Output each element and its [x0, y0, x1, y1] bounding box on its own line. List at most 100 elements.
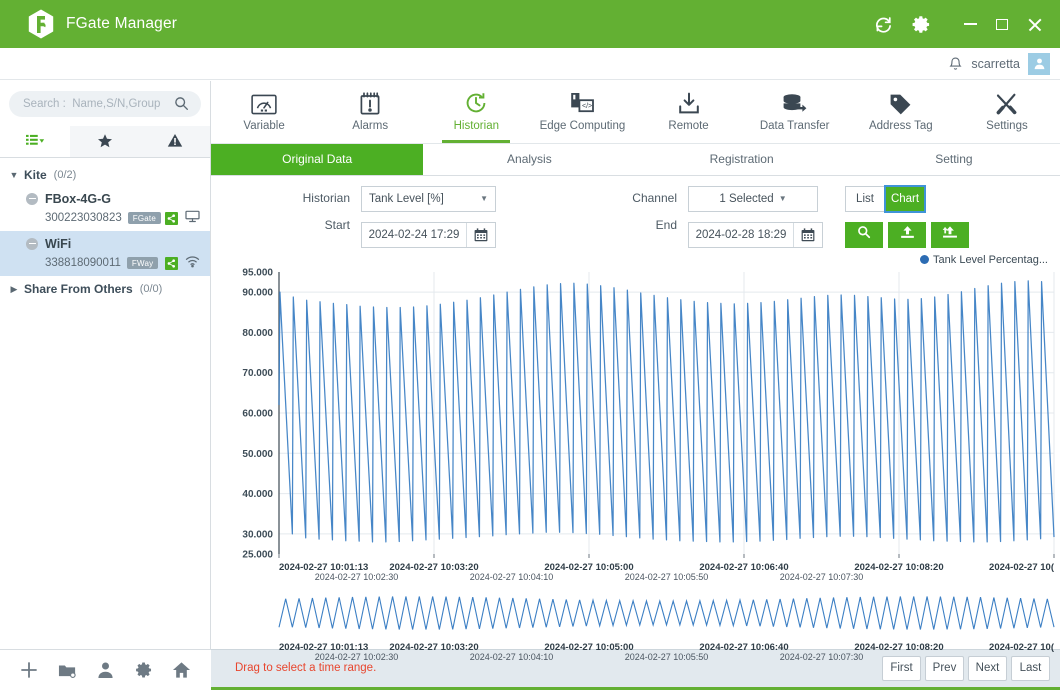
export-all-button[interactable]	[931, 221, 969, 248]
svg-text:2024-02-27 10:05:50: 2024-02-27 10:05:50	[625, 572, 709, 582]
app-logo-area: FGate Manager	[28, 9, 177, 39]
sidebar-bottom-toolbar	[0, 649, 211, 690]
share-icon[interactable]	[165, 256, 178, 270]
gear-icon[interactable]	[902, 0, 940, 48]
search-button[interactable]	[845, 221, 883, 248]
historian-select[interactable]: Tank Level [%] ▼	[361, 185, 496, 212]
tree-group-kite[interactable]: ▼ Kite (0/2)	[0, 164, 210, 186]
start-date-field[interactable]: 2024-02-24 17:29	[361, 221, 496, 248]
svg-text:70.000: 70.000	[242, 368, 273, 379]
end-date-value: 2024-02-28 18:29	[695, 228, 787, 241]
svg-text:2024-02-27 10:06:40: 2024-02-27 10:06:40	[699, 562, 788, 573]
nav-item-variable[interactable]: Variable	[211, 81, 317, 143]
gear-icon[interactable]	[130, 656, 158, 684]
collapse-icon[interactable]	[26, 192, 38, 205]
search-icon[interactable]	[174, 96, 189, 116]
home-icon[interactable]	[168, 656, 196, 684]
nav-label: Alarms	[352, 120, 389, 133]
nav-item-remote[interactable]: Remote	[636, 81, 742, 143]
chevron-down-icon[interactable]: ▼	[8, 170, 20, 180]
chart-legend: Tank Level Percentag...	[920, 254, 1048, 266]
avatar[interactable]	[1028, 52, 1050, 75]
sidebar: ▼ Kite (0/2) FBox-4G-G 300223030823 FGat…	[0, 81, 211, 690]
gauge-icon	[251, 91, 277, 115]
chevron-down-icon[interactable]: ▼	[779, 194, 787, 203]
title-bar: FGate Manager	[0, 0, 1060, 48]
nav-item-address-tag[interactable]: Address Tag	[848, 81, 954, 143]
nav-item-edge-computing[interactable]: </> Edge Computing	[529, 81, 635, 143]
sub-tabs: Original Data Analysis Registration Sett…	[211, 143, 1060, 176]
wifi-icon[interactable]	[185, 255, 200, 271]
monitor-icon[interactable]	[185, 210, 200, 226]
export-button[interactable]	[888, 221, 926, 248]
svg-text:2024-02-27 10:04:10: 2024-02-27 10:04:10	[470, 652, 554, 662]
maximize-icon[interactable]	[986, 0, 1018, 48]
view-chart-button[interactable]: Chart	[884, 184, 926, 213]
refresh-icon[interactable]	[864, 0, 902, 48]
minimize-icon[interactable]	[954, 0, 986, 48]
bell-icon[interactable]	[948, 56, 963, 72]
calendar-icon[interactable]	[466, 222, 495, 247]
tab-setting[interactable]: Setting	[848, 144, 1060, 175]
alarm-clipboard-icon	[359, 91, 381, 115]
search-input[interactable]	[9, 98, 161, 110]
svg-text:60.000: 60.000	[242, 408, 273, 419]
plus-icon[interactable]	[15, 656, 43, 684]
channel-select[interactable]: 1 Selected ▼	[688, 185, 818, 212]
form-label-column-right: Channel End	[596, 186, 688, 232]
nav-label: Edge Computing	[539, 120, 626, 133]
nav-item-alarms[interactable]: Alarms	[317, 81, 423, 143]
view-list-button[interactable]: List	[845, 185, 885, 212]
warning-triangle-icon[interactable]	[140, 126, 210, 157]
module-navbar: Variable Alarms Historian </> Edge Compu…	[211, 81, 1060, 144]
pager-first-button[interactable]: First	[882, 655, 921, 681]
end-label: End	[655, 217, 677, 232]
person-icon[interactable]	[91, 656, 119, 684]
svg-text:2024-02-27 10(: 2024-02-27 10(	[989, 642, 1055, 653]
main-panel: Variable Alarms Historian </> Edge Compu…	[211, 81, 1060, 690]
tab-original-data[interactable]: Original Data	[211, 143, 424, 175]
nav-item-historian[interactable]: Historian	[423, 81, 529, 143]
tools-icon	[995, 91, 1018, 115]
nav-item-data-transfer[interactable]: Data Transfer	[742, 81, 848, 143]
form-field-column-left: Tank Level [%] ▼ 2024-02-24 17:29	[361, 185, 496, 248]
pager-prev-button[interactable]: Prev	[925, 655, 964, 681]
share-icon[interactable]	[165, 211, 178, 225]
close-icon[interactable]	[1018, 0, 1050, 48]
star-icon[interactable]	[70, 126, 140, 157]
device-name-row: WiFi	[0, 235, 210, 252]
svg-text:2024-02-27 10:02:30: 2024-02-27 10:02:30	[315, 652, 399, 662]
device-serial: 300223030823	[45, 212, 122, 224]
group-count: (0/2)	[53, 169, 77, 181]
device-item-wifi[interactable]: WiFi 338818090011 FWay	[0, 231, 210, 276]
nav-label: Settings	[986, 120, 1028, 133]
edge-code-icon: </>	[570, 91, 595, 115]
sidebar-search-row	[0, 81, 210, 117]
folder-icon[interactable]	[53, 656, 81, 684]
historian-line-chart[interactable]: 95.000 90.000 80.000 70.000 60.000 50.000 40.0…	[221, 254, 1060, 662]
device-badge: FWay	[126, 257, 159, 269]
tab-registration[interactable]: Registration	[636, 144, 848, 175]
end-date-field[interactable]: 2024-02-28 18:29	[688, 221, 823, 248]
device-name: FBox-4G-G	[45, 191, 111, 206]
list-dropdown-icon[interactable]	[0, 126, 70, 157]
device-item-fbox-4g-g[interactable]: FBox-4G-G 300223030823 FGate	[0, 186, 210, 231]
channel-value: 1 Selected	[719, 192, 774, 205]
username-label: scarretta	[971, 56, 1020, 71]
tab-analysis[interactable]: Analysis	[423, 144, 635, 175]
database-arrow-icon	[782, 91, 807, 115]
nav-item-settings[interactable]: Settings	[954, 81, 1060, 143]
svg-text:</>: </>	[582, 103, 592, 110]
svg-text:50.000: 50.000	[242, 449, 273, 460]
collapse-icon[interactable]	[26, 237, 38, 250]
device-name-row: FBox-4G-G	[0, 190, 210, 207]
svg-text:2024-02-27 10:03:20: 2024-02-27 10:03:20	[389, 642, 478, 653]
chevron-right-icon[interactable]: ▶	[8, 284, 20, 295]
tree-group-share-from-others[interactable]: ▶ Share From Others (0/0)	[0, 278, 210, 300]
chevron-down-icon[interactable]: ▼	[480, 194, 488, 203]
pager-last-button[interactable]: Last	[1011, 655, 1050, 681]
calendar-icon[interactable]	[793, 222, 822, 247]
search-box[interactable]	[9, 91, 201, 117]
form-label-column-left: Historian Start	[211, 186, 361, 232]
pager-next-button[interactable]: Next	[968, 655, 1007, 681]
